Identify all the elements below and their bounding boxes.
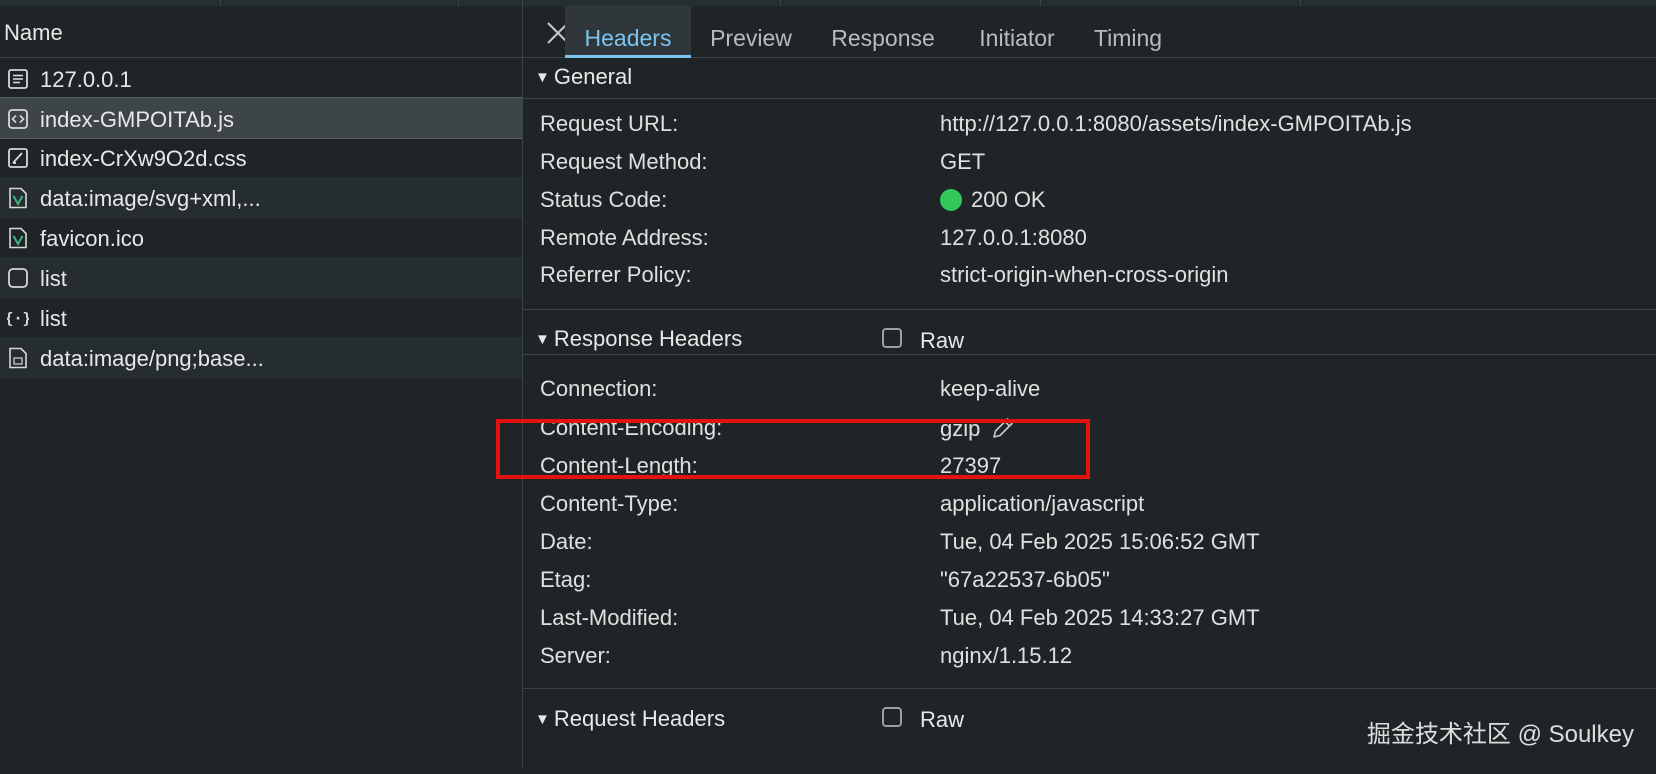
- general-section-header[interactable]: ▼ General: [535, 64, 632, 90]
- header-value: strict-origin-when-cross-origin: [940, 262, 1229, 287]
- blank-icon: [8, 268, 28, 288]
- request-row[interactable]: list: [0, 257, 522, 299]
- name-column-label: Name: [4, 20, 63, 45]
- request-row[interactable]: data:image/svg+xml,...: [0, 177, 522, 219]
- header-key: Server:: [540, 643, 611, 668]
- raw-checkbox[interactable]: [882, 707, 902, 727]
- tab-response[interactable]: Response: [823, 6, 943, 58]
- request-row[interactable]: {·} list: [0, 297, 522, 339]
- header-value: Tue, 04 Feb 2025 15:06:52 GMT: [940, 529, 1260, 554]
- request-name: list: [40, 266, 67, 291]
- expand-triangle-icon: ▼: [535, 711, 550, 728]
- header-key: Content-Type:: [540, 491, 679, 516]
- script-icon: [8, 109, 28, 129]
- request-row[interactable]: index-CrXw9O2d.css: [0, 137, 522, 179]
- tab-preview[interactable]: Preview: [699, 6, 803, 58]
- response-headers-section-header[interactable]: ▼ Response Headers: [535, 326, 742, 352]
- header-key: Last-Modified:: [540, 605, 679, 630]
- status-value: 200 OK: [940, 187, 1046, 213]
- request-row[interactable]: favicon.ico: [0, 217, 522, 259]
- highlight-annotation-box: [496, 419, 1090, 479]
- image-file-icon: [9, 347, 27, 369]
- watermark-text: 掘金技术社区 @ Soulkey: [1366, 721, 1634, 748]
- header-key: Referrer Policy:: [540, 262, 692, 287]
- header-value: http://127.0.0.1:8080/assets/index-GMPOI…: [940, 111, 1412, 136]
- vue-file-icon: [9, 227, 27, 249]
- detail-tabbar: Headers Preview Response Initiator Timin…: [523, 6, 1656, 58]
- request-name: data:image/png;base...: [40, 346, 264, 371]
- request-name: index-CrXw9O2d.css: [40, 146, 247, 171]
- header-value: 127.0.0.1:8080: [940, 225, 1087, 250]
- request-name: data:image/svg+xml,...: [40, 186, 261, 211]
- status-ok-dot-icon: [940, 189, 962, 211]
- section-divider: [523, 98, 1656, 99]
- header-value: "67a22537-6b05": [940, 567, 1110, 592]
- request-list-panel: Name 127.0.0.1 index-GMPOITAb.js index-C…: [0, 6, 522, 768]
- request-headers-title: Request Headers: [553, 706, 726, 731]
- raw-checkbox-label[interactable]: Raw: [920, 328, 964, 354]
- request-name: 127.0.0.1: [40, 67, 132, 92]
- header-key: Request URL:: [540, 111, 679, 136]
- header-key: Etag:: [540, 567, 592, 592]
- stylesheet-icon: [8, 148, 28, 168]
- document-icon: [8, 69, 28, 89]
- request-name: list: [40, 306, 67, 331]
- raw-checkbox-label[interactable]: Raw: [920, 707, 964, 733]
- request-name: index-GMPOITAb.js: [40, 107, 234, 132]
- request-detail-panel: Headers Preview Response Initiator Timin…: [523, 6, 1656, 774]
- svg-text:{·}: {·}: [7, 310, 29, 328]
- header-value: application/javascript: [940, 491, 1145, 516]
- request-row[interactable]: data:image/png;base...: [0, 337, 522, 379]
- expand-triangle-icon: ▼: [535, 331, 550, 348]
- header-value: nginx/1.15.12: [940, 643, 1073, 668]
- header-key: Status Code:: [540, 187, 668, 212]
- tab-timing[interactable]: Timing: [1085, 6, 1171, 58]
- request-row-selected[interactable]: index-GMPOITAb.js: [0, 97, 522, 139]
- header-value: GET: [940, 149, 986, 174]
- request-name: favicon.ico: [40, 226, 144, 251]
- request-headers-section-header[interactable]: ▼ Request Headers: [535, 706, 725, 732]
- header-value: keep-alive: [940, 376, 1041, 401]
- header-key: Remote Address:: [540, 225, 709, 250]
- header-key: Date:: [540, 529, 593, 554]
- json-icon: {·}: [7, 310, 29, 328]
- tab-initiator[interactable]: Initiator: [963, 6, 1071, 58]
- header-key: Request Method:: [540, 149, 708, 174]
- tab-headers[interactable]: Headers: [565, 6, 691, 58]
- status-text: 200 OK: [971, 187, 1046, 212]
- vue-file-icon: [9, 187, 27, 209]
- name-column-header[interactable]: Name: [0, 6, 522, 58]
- header-key: Connection:: [540, 376, 658, 401]
- header-value: Tue, 04 Feb 2025 14:33:27 GMT: [940, 605, 1260, 630]
- expand-triangle-icon: ▼: [535, 69, 550, 86]
- request-row[interactable]: 127.0.0.1: [0, 58, 522, 100]
- general-section-title: General: [553, 64, 633, 89]
- response-headers-title: Response Headers: [553, 326, 743, 351]
- raw-checkbox[interactable]: [882, 328, 902, 348]
